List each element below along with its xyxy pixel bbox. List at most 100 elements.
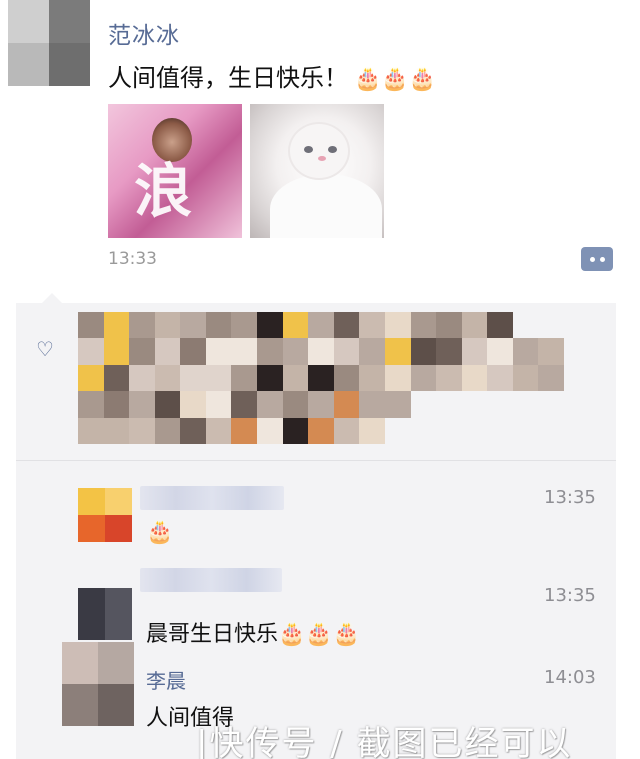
mosaic-cell — [257, 338, 283, 365]
comment-avatar[interactable] — [62, 642, 134, 726]
cat-nose — [318, 156, 326, 161]
mosaic-cell — [384, 312, 411, 339]
mosaic-cell — [384, 364, 411, 392]
mosaic-cell — [103, 338, 130, 365]
post-author-name[interactable]: 范冰冰 — [108, 16, 180, 50]
mosaic-cell — [461, 338, 488, 365]
mosaic-cell — [512, 364, 539, 392]
mosaic-cell — [385, 418, 411, 444]
mosaic-cell — [205, 391, 232, 418]
mosaic-cell — [538, 338, 564, 365]
comment-text[interactable]: 晨哥生日快乐🎂🎂🎂 — [146, 616, 360, 648]
mosaic-cell — [129, 417, 155, 444]
comment-author-name-blurred[interactable] — [140, 486, 284, 510]
mosaic-cell — [487, 364, 513, 392]
mosaic-cell — [103, 312, 130, 339]
avatar-mosaic-cell — [8, 0, 49, 43]
mosaic-cell — [411, 391, 437, 417]
mosaic-cell — [129, 312, 155, 339]
mosaic-cell — [436, 391, 462, 417]
mosaic-cell — [359, 391, 385, 418]
heart-icon: ♡ — [36, 337, 54, 361]
mosaic-cell — [231, 364, 258, 392]
post-text-content: 人间值得，生日快乐！ — [108, 64, 348, 92]
mosaic-cell — [410, 338, 437, 365]
comment-timestamp: 13:35 — [544, 487, 596, 508]
mosaic-cell — [359, 312, 385, 339]
comment-text[interactable]: 🎂 — [146, 520, 173, 545]
mosaic-cell — [231, 338, 258, 365]
mosaic-cell — [359, 417, 385, 444]
mosaic-cell — [411, 418, 437, 444]
comment-author-name[interactable]: 李晨 — [146, 665, 186, 694]
mosaic-cell — [384, 338, 411, 365]
mosaic-cell — [257, 364, 283, 392]
mosaic-cell — [180, 417, 206, 444]
mosaic-cell — [308, 312, 334, 339]
mosaic-cell — [538, 312, 564, 338]
mosaic-cell — [487, 391, 513, 417]
comment-avatar[interactable] — [78, 588, 132, 640]
mosaic-cell — [78, 364, 104, 392]
cake-emoji: 🎂🎂🎂 — [354, 67, 437, 92]
mosaic-cell — [461, 312, 488, 339]
post-photo-1[interactable]: 浪 — [108, 104, 242, 238]
mosaic-cell — [103, 391, 130, 418]
mosaic-cell — [103, 417, 130, 444]
mosaic-cell — [436, 418, 462, 444]
mosaic-cell — [180, 338, 206, 365]
comment-timestamp: 14:03 — [544, 667, 596, 688]
mosaic-cell — [538, 418, 564, 444]
mosaic-cell — [282, 338, 309, 365]
mosaic-cell — [78, 338, 104, 365]
mosaic-cell — [257, 391, 283, 418]
post-photo-2[interactable] — [250, 104, 384, 238]
mosaic-cell — [436, 312, 462, 339]
cat-body — [270, 174, 382, 238]
mosaic-cell — [257, 312, 283, 339]
mosaic-cell — [308, 391, 334, 418]
mosaic-cell — [154, 391, 181, 418]
avatar-mosaic-cell — [49, 0, 90, 43]
mosaic-cell — [487, 312, 513, 339]
mosaic-cell — [129, 364, 155, 392]
mosaic-cell — [487, 418, 513, 444]
post-text: 人间值得，生日快乐！ 🎂🎂🎂 — [108, 58, 436, 93]
cat-eye — [328, 146, 337, 153]
mosaic-cell — [462, 391, 488, 417]
liked-avatars-mosaic[interactable] — [78, 312, 564, 444]
watermark-text: |快传号 / 截图已经可以 — [196, 724, 573, 759]
mosaic-cell — [359, 364, 385, 392]
mosaic-cell — [410, 312, 437, 339]
mosaic-cell — [205, 364, 232, 392]
avatar-mosaic-cell — [49, 43, 90, 86]
mosaic-cell — [513, 391, 539, 417]
mosaic-cell — [282, 364, 309, 392]
mosaic-cell — [129, 338, 155, 365]
comment-timestamp: 13:35 — [544, 585, 596, 606]
mosaic-cell — [333, 391, 360, 418]
mosaic-cell — [461, 364, 488, 392]
mosaic-cell — [333, 417, 360, 444]
mosaic-cell — [154, 338, 181, 365]
post-author-avatar[interactable] — [8, 0, 90, 86]
mosaic-cell — [205, 312, 232, 339]
mosaic-cell — [78, 312, 104, 339]
mosaic-cell — [103, 364, 130, 392]
mosaic-cell — [333, 364, 360, 392]
mosaic-cell — [487, 338, 513, 365]
comment-avatar[interactable] — [78, 488, 132, 542]
post-timestamp: 13:33 — [108, 249, 157, 269]
photo-overlay-glyph: 浪 — [134, 157, 193, 225]
mosaic-cell — [308, 417, 334, 444]
comment-button[interactable] — [581, 247, 613, 271]
comment-author-name-blurred[interactable] — [140, 568, 282, 592]
mosaic-cell — [180, 391, 206, 418]
mosaic-cell — [512, 338, 539, 365]
mosaic-cell — [538, 364, 564, 392]
mosaic-cell — [180, 364, 206, 392]
mosaic-cell — [282, 312, 309, 339]
dot-icon — [599, 256, 605, 262]
mosaic-cell — [308, 364, 334, 392]
mosaic-cell — [231, 312, 258, 339]
